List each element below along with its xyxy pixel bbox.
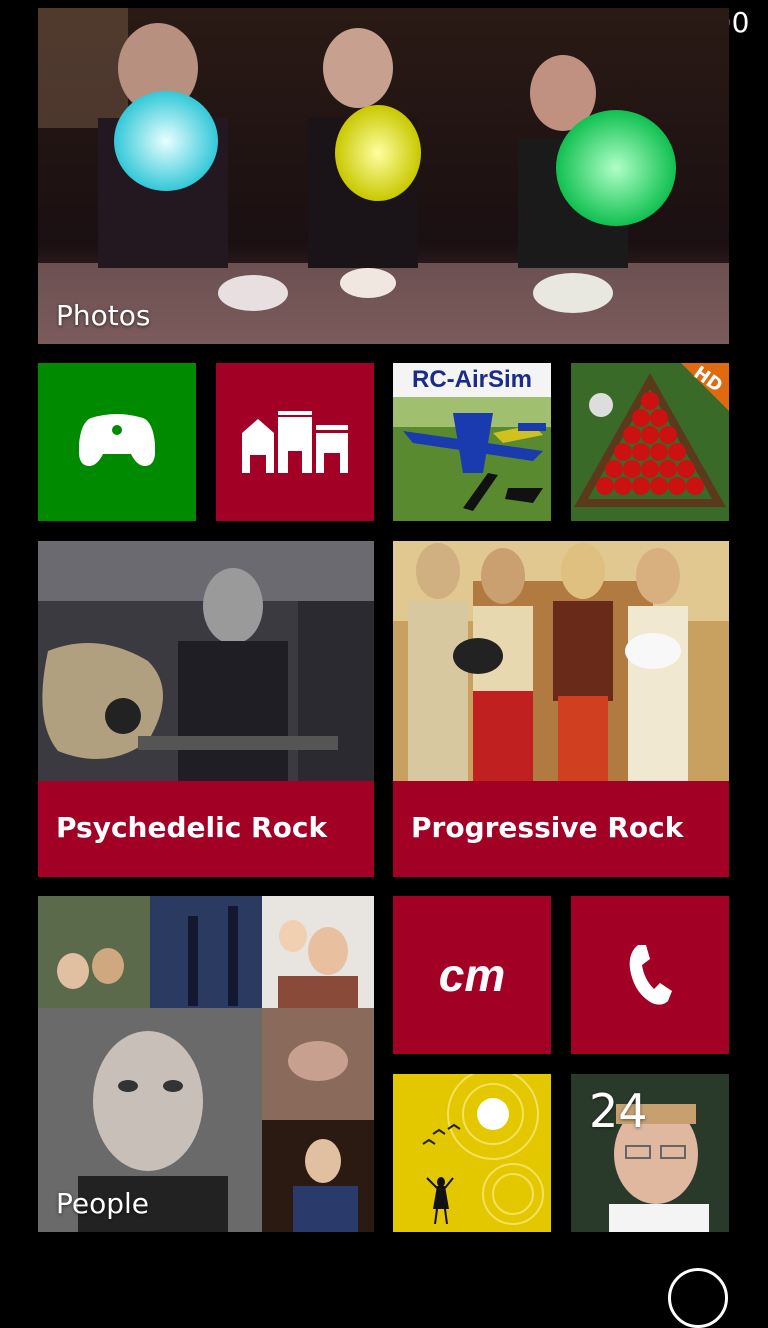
store-tile[interactable]: [216, 363, 374, 521]
rc-airsim-tile[interactable]: RC-AirSim: [393, 363, 551, 521]
cm-tile[interactable]: cm: [393, 896, 551, 1054]
sun-birds-icon: [393, 1074, 551, 1232]
photos-tile[interactable]: Photos: [38, 8, 729, 344]
xbox-games-tile[interactable]: [38, 363, 196, 521]
photos-image: [38, 8, 729, 344]
store-icon: [242, 411, 348, 473]
psychedelic-rock-tile[interactable]: Psychedelic Rock: [38, 541, 374, 877]
progressive-rock-tile[interactable]: Progressive Rock: [393, 541, 729, 877]
yellow-app-tile[interactable]: [393, 1074, 551, 1232]
people-label: People: [56, 1187, 150, 1220]
progressive-rock-label: Progressive Rock: [411, 811, 684, 844]
progressive-rock-image: [393, 541, 729, 781]
photos-label: Photos: [56, 299, 151, 332]
snooker-tile[interactable]: HD: [571, 363, 729, 521]
expand-arrow-icon[interactable]: [668, 1268, 728, 1328]
rc-airsim-banner: RC-AirSim: [393, 363, 551, 397]
message-count: 24: [589, 1084, 648, 1138]
psychedelic-rock-image: [38, 541, 374, 781]
cm-logo: cm: [438, 949, 506, 1001]
people-tile[interactable]: People: [38, 896, 374, 1232]
contact-count-tile[interactable]: 24: [571, 1074, 729, 1232]
people-mosaic: [38, 896, 374, 1232]
phone-icon: [629, 945, 672, 1005]
psychedelic-rock-label: Psychedelic Rock: [56, 811, 328, 844]
phone-tile[interactable]: [571, 896, 729, 1054]
game-controller-icon: [79, 414, 155, 466]
